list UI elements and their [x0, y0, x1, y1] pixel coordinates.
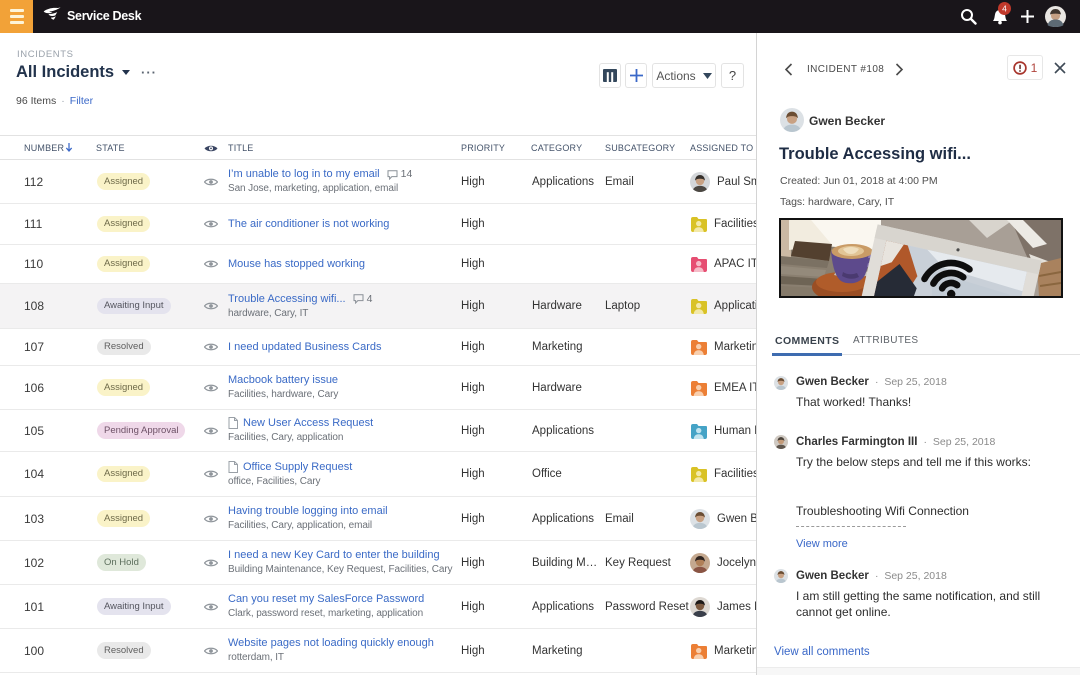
svg-text:4: 4 [1002, 3, 1007, 13]
